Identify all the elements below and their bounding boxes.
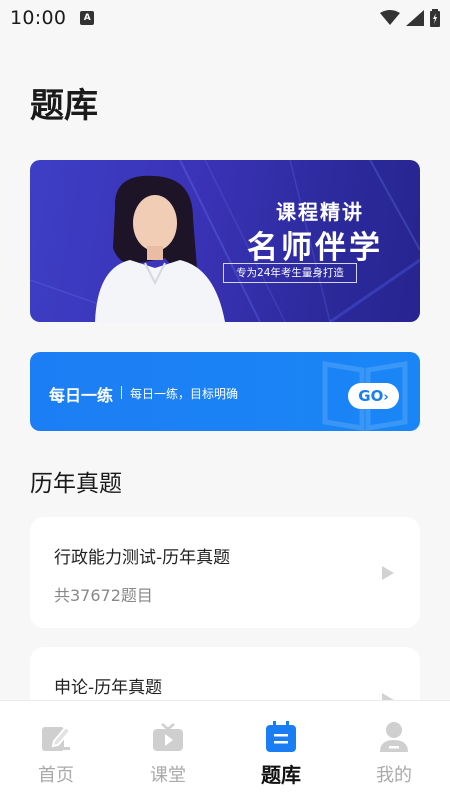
signal-icon [406, 10, 424, 26]
paper-card[interactable]: 行政能力测试-历年真题 共37672题目 [30, 517, 420, 628]
tab-home[interactable]: 首页 [0, 701, 112, 800]
bottom-tab-bar: 首页 课堂 题库 我的 [0, 700, 450, 800]
tab-label: 题库 [261, 763, 301, 787]
person-icon [380, 722, 408, 752]
tab-label: 首页 [38, 765, 74, 786]
course-banner[interactable]: 课程精讲 名师伴学 专为24年考生量身打造 [30, 160, 420, 322]
teacher-photo [95, 175, 225, 322]
status-bar: 10:00 A [0, 0, 450, 36]
section-title: 历年真题 [30, 471, 122, 497]
chevron-right-icon: › [383, 390, 389, 405]
daily-practice-subtitle: 每日一练，目标明确 [130, 387, 239, 401]
tab-label: 我的 [376, 765, 412, 786]
page-title: 题库 [30, 86, 98, 126]
status-time: 10:00 [10, 7, 67, 29]
tab-profile[interactable]: 我的 [338, 701, 450, 800]
tv-play-icon [153, 723, 183, 751]
daily-divider [121, 386, 122, 399]
tab-question-bank[interactable]: 题库 [225, 701, 337, 800]
go-label: GO [358, 387, 384, 405]
banner-headline-2: 名师伴学 [247, 230, 383, 266]
battery-icon [430, 9, 440, 27]
wifi-icon [380, 10, 400, 25]
daily-practice-card[interactable]: 每日一练 每日一练，目标明确 GO› [30, 352, 420, 431]
paper-title: 行政能力测试-历年真题 [54, 548, 231, 568]
notification-a-icon: A [80, 11, 95, 25]
banner-tagline: 专为24年考生量身打造 [223, 263, 357, 283]
tab-label: 课堂 [150, 765, 186, 786]
paper-title: 申论-历年真题 [54, 678, 163, 698]
paper-question-count: 共37672题目 [54, 586, 153, 605]
banner-headline-1: 课程精讲 [276, 200, 364, 224]
tab-classroom[interactable]: 课堂 [112, 701, 224, 800]
daily-practice-title: 每日一练 [49, 386, 114, 405]
pencil-icon [42, 725, 72, 751]
play-arrow-icon [382, 566, 394, 580]
status-icons [380, 9, 440, 27]
go-button[interactable]: GO› [348, 383, 399, 409]
calendar-icon [266, 721, 296, 752]
